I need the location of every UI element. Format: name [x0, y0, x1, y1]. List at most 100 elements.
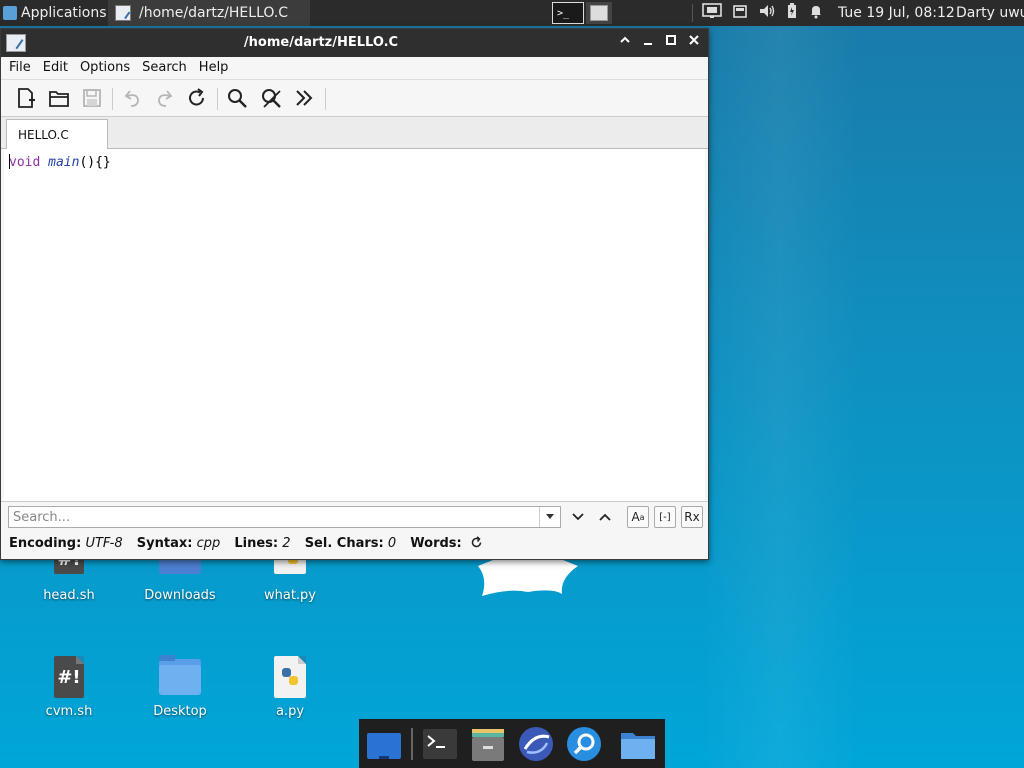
encoding-value[interactable]: UTF-8: [85, 536, 122, 551]
taskbar-window-title: /home/dartz/HELLO.C: [139, 5, 289, 21]
find-next-button[interactable]: [567, 506, 589, 528]
mousepad-window: /home/dartz/HELLO.C File Edit Options Se…: [0, 28, 709, 560]
dock-file-manager[interactable]: [469, 725, 507, 763]
window-mini-icon: [590, 5, 608, 21]
show-desktop-icon: [367, 733, 401, 759]
menu-options-label: Options: [79, 60, 131, 75]
dock-home-folder[interactable]: [619, 725, 657, 763]
applications-menu[interactable]: Applications ⁝: [0, 0, 114, 26]
find-previous-button[interactable]: [594, 506, 616, 528]
taskbar-window-button[interactable]: /home/dartz/HELLO.C: [108, 0, 310, 26]
chevron-up-icon: [599, 513, 611, 521]
open-folder-icon: [49, 91, 69, 107]
window-title: /home/dartz/HELLO.C: [243, 35, 399, 50]
new-file-icon: [18, 88, 35, 108]
find-icon: [228, 89, 247, 108]
search-box: [8, 506, 561, 528]
caret-down-icon: [546, 514, 554, 519]
top-panel: Applications ⁝ /home/dartz/HELLO.C >_ Tu…: [0, 0, 1024, 26]
shade-button[interactable]: [615, 33, 635, 53]
menu-help-label: Help: [198, 60, 229, 75]
desktop-icon-label: Desktop: [153, 704, 207, 719]
text-editor[interactable]: void main(){}: [4, 149, 705, 501]
workspace-1[interactable]: >_: [552, 2, 584, 24]
undo-button[interactable]: [120, 86, 144, 110]
maximize-button[interactable]: [661, 33, 681, 53]
file-manager-icon: [472, 729, 504, 761]
toolbar: [1, 79, 708, 117]
code-line-1: void main(){}: [9, 154, 111, 170]
close-button[interactable]: [684, 33, 704, 53]
words-label: Words:: [410, 536, 462, 551]
desktop-icon-desktop[interactable]: Desktop: [135, 655, 225, 719]
dock-app-finder[interactable]: [565, 725, 603, 763]
menu-edit-label: Edit: [42, 60, 68, 75]
clock[interactable]: Tue 19 Jul, 08:12: [838, 0, 955, 26]
chevron-down-icon: [572, 513, 584, 521]
system-tray: [692, 0, 824, 26]
new-file-button[interactable]: [14, 86, 38, 110]
redo-button[interactable]: [153, 86, 177, 110]
open-file-button[interactable]: [47, 86, 71, 110]
battery-icon[interactable]: [786, 3, 798, 23]
save-button[interactable]: [80, 86, 104, 110]
menu-file[interactable]: File: [1, 57, 37, 79]
menu-search[interactable]: Search: [136, 57, 193, 79]
code-function-name: main: [48, 155, 80, 170]
workspace-2[interactable]: [586, 2, 612, 24]
window-titlebar[interactable]: /home/dartz/HELLO.C: [1, 29, 708, 57]
syntax-value[interactable]: cpp: [197, 536, 221, 551]
toolbar-separator: [325, 88, 326, 110]
dock-separator: [411, 728, 413, 760]
python-file-icon: [274, 656, 306, 698]
desktop-icon-label: what.py: [263, 588, 316, 603]
tray-separator: [692, 4, 693, 22]
find-replace-button[interactable]: [259, 86, 283, 110]
search-input[interactable]: [9, 507, 545, 527]
dock-terminal[interactable]: [421, 725, 459, 763]
menu-edit[interactable]: Edit: [37, 57, 74, 79]
tab-hello-c[interactable]: HELLO.C: [6, 119, 108, 149]
lines-label: Lines:: [234, 536, 279, 551]
reload-icon: [189, 88, 204, 106]
network-icon[interactable]: [702, 3, 722, 23]
menu-help[interactable]: Help: [193, 57, 235, 79]
volume-icon[interactable]: [758, 3, 776, 23]
terminal-icon: [423, 729, 457, 759]
find-button[interactable]: [225, 86, 249, 110]
applications-logo-icon: [3, 6, 17, 20]
tab-bar: HELLO.C: [1, 117, 708, 149]
clipboard-icon[interactable]: [732, 3, 748, 23]
reload-button[interactable]: [185, 86, 209, 110]
menu-options[interactable]: Options: [74, 57, 136, 79]
home-folder-icon: [621, 733, 655, 759]
lines-value: 2: [282, 536, 291, 551]
terminal-mini-icon: >_: [557, 7, 570, 19]
desktop-icon-label: Downloads: [144, 588, 216, 603]
menu-file-label: File: [9, 60, 31, 75]
search-history-dropdown[interactable]: [539, 507, 560, 527]
dock: [359, 719, 665, 768]
minimize-button[interactable]: [638, 33, 658, 53]
sel-chars-value: 0: [387, 536, 397, 551]
redo-icon: [158, 90, 173, 107]
desktop-icon-cvm-sh[interactable]: #! cvm.sh: [24, 656, 114, 719]
dock-web-browser[interactable]: [517, 725, 555, 763]
desktop-icon-a-py[interactable]: a.py: [245, 656, 335, 719]
dock-show-desktop[interactable]: [365, 725, 403, 763]
code-rest: (){}: [79, 155, 111, 170]
save-icon: [83, 89, 101, 107]
toolbar-separator: [112, 88, 113, 110]
jump-icon: [296, 90, 313, 106]
menu-search-label: Search: [142, 60, 187, 75]
sel-chars-label: Sel. Chars:: [304, 536, 384, 551]
replace-icon: [262, 89, 281, 108]
match-case-toggle[interactable]: Aa: [627, 506, 649, 528]
whole-word-toggle[interactable]: [-]: [654, 506, 676, 528]
go-to-button[interactable]: [292, 86, 316, 110]
regex-toggle[interactable]: Rx: [681, 506, 703, 528]
shell-script-icon: #!: [54, 656, 84, 698]
notifications-bell-icon[interactable]: [808, 3, 824, 23]
refresh-word-count-icon[interactable]: [470, 533, 483, 559]
user-menu[interactable]: Darty uwu: [956, 0, 1024, 26]
